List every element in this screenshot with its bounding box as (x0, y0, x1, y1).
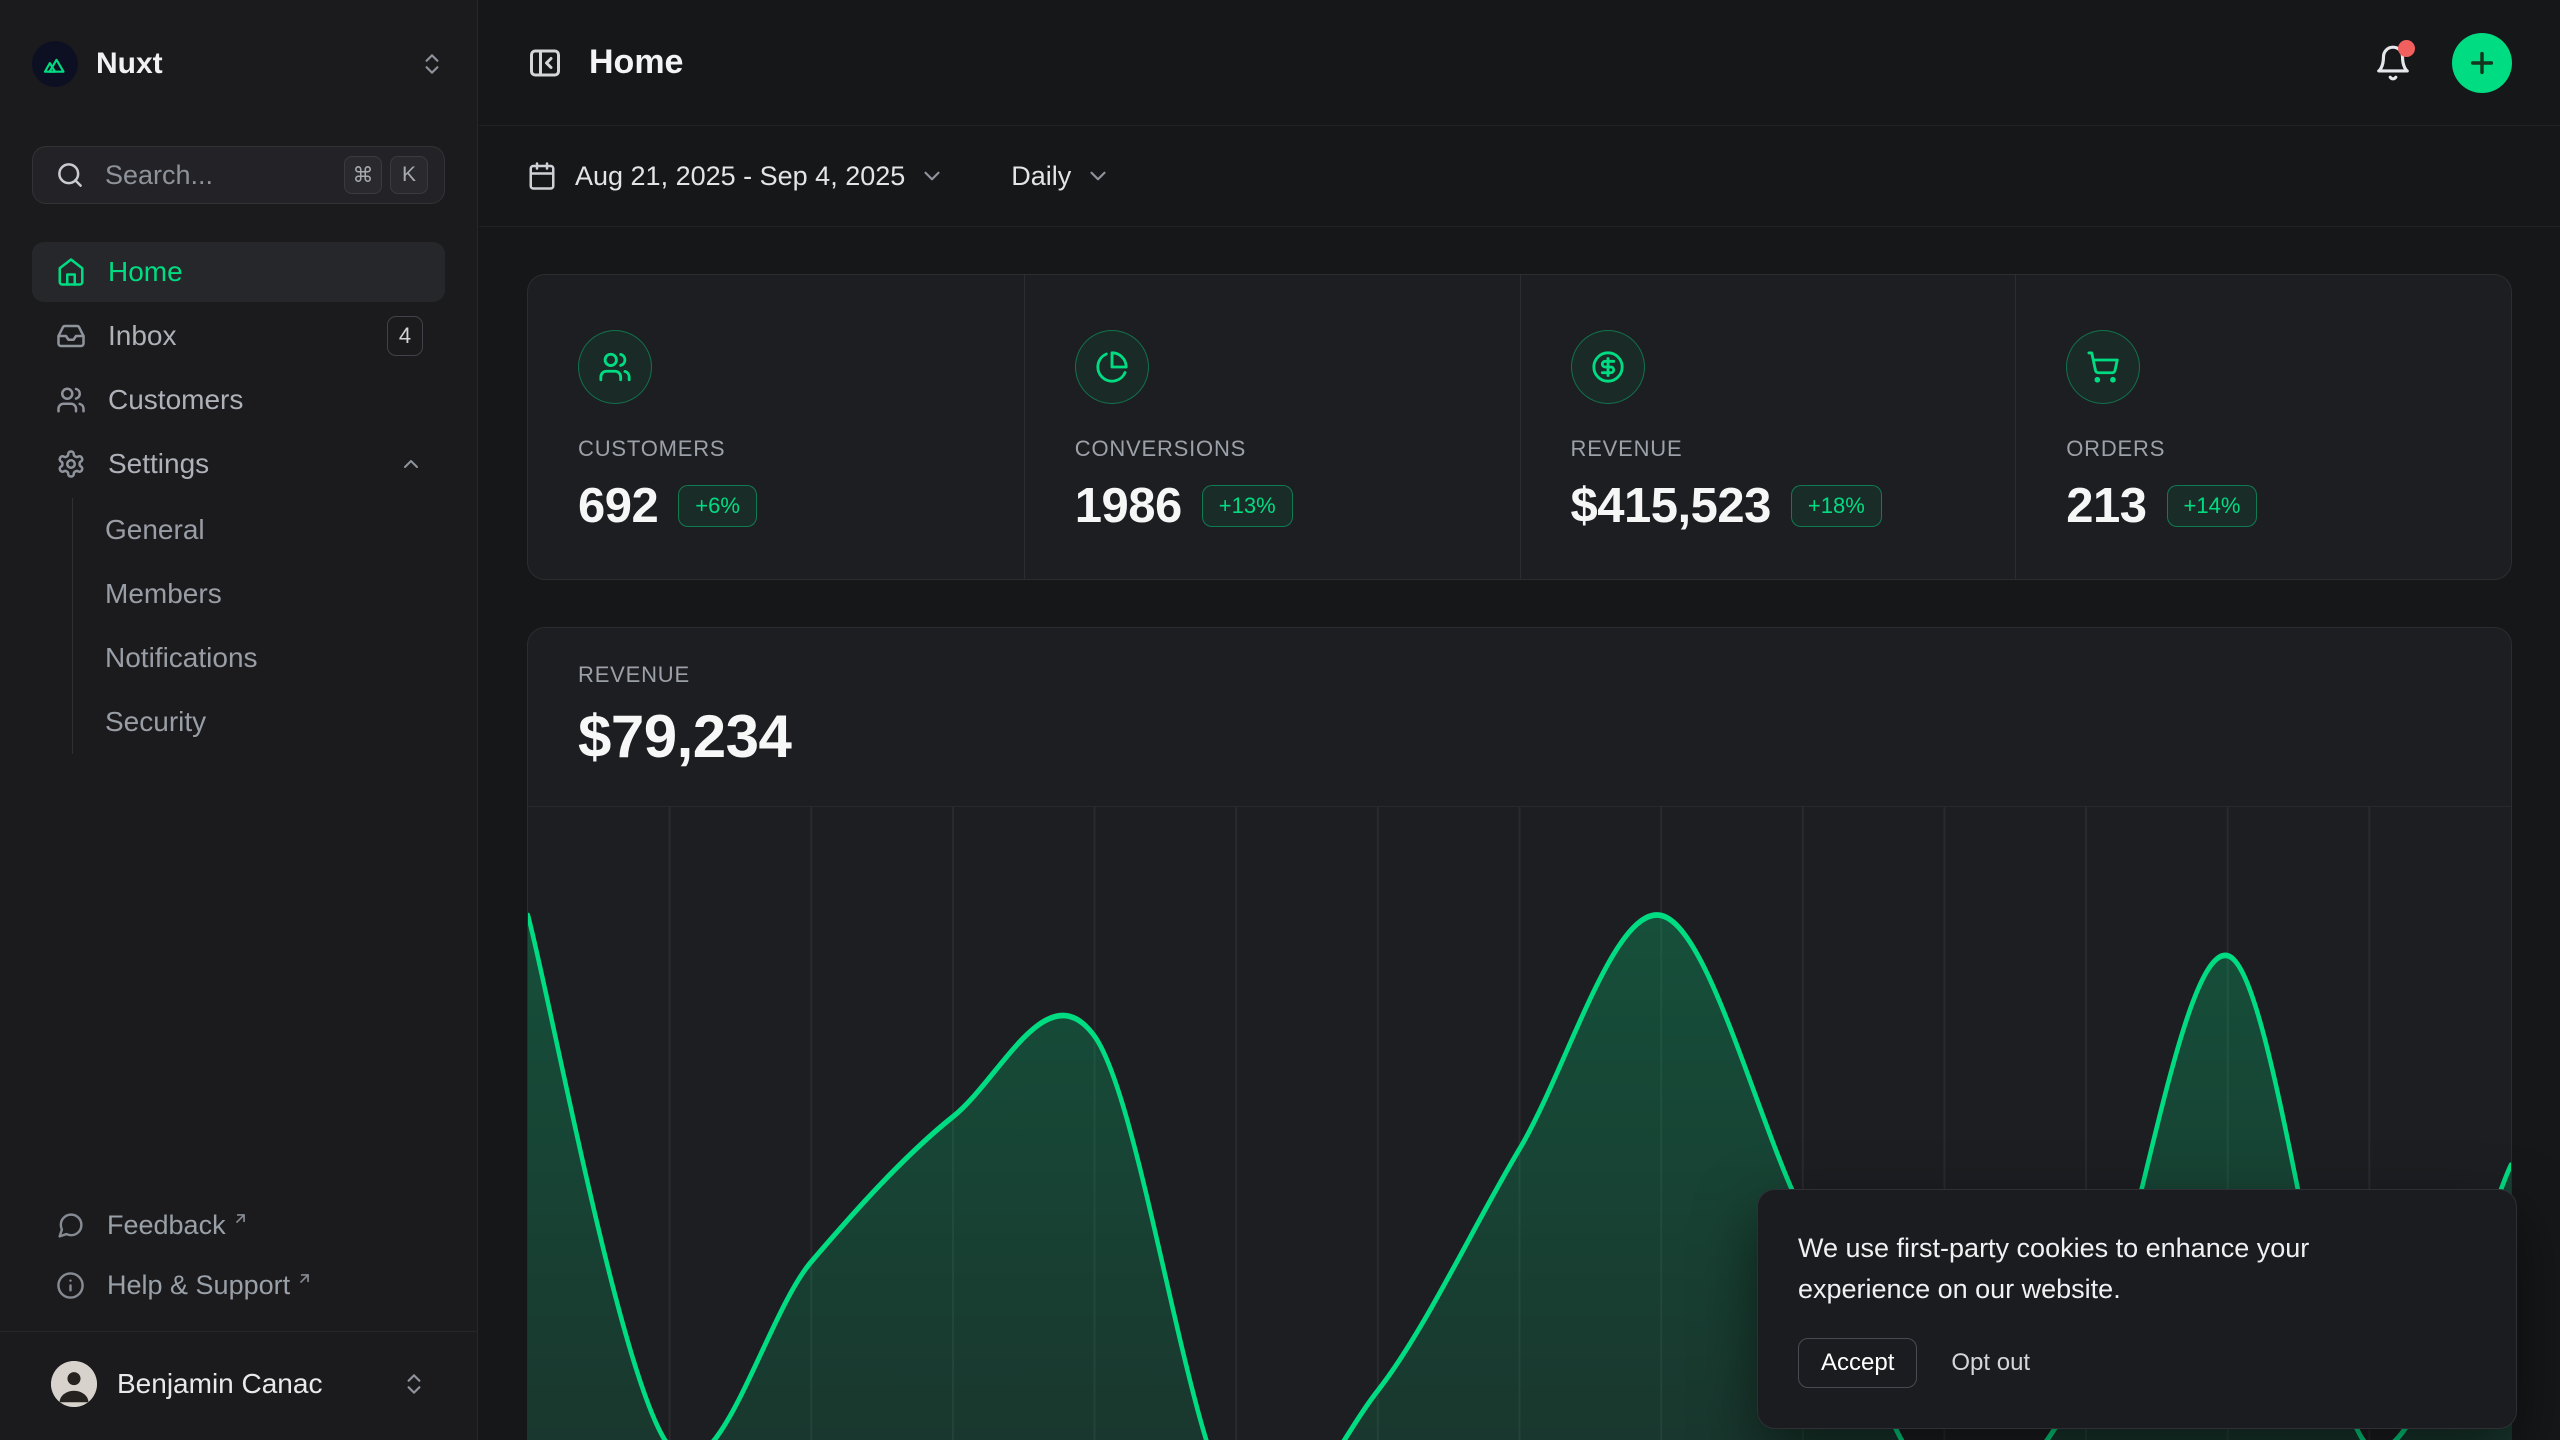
avatar (51, 1361, 97, 1407)
chevron-up-down-icon (401, 1371, 427, 1397)
subnav-item-label: Security (105, 706, 206, 738)
filters-toolbar: Aug 21, 2025 - Sep 4, 2025 Daily (479, 126, 2560, 227)
notification-dot (2398, 40, 2415, 57)
sidebar-footer: Feedback Help & Support (32, 1195, 445, 1440)
subnav-item-label: Members (105, 578, 222, 610)
inbox-icon (56, 321, 86, 351)
date-range-picker[interactable]: Aug 21, 2025 - Sep 4, 2025 (527, 161, 945, 192)
stat-revenue[interactable]: REVENUE $415,523 +18% (1520, 275, 2016, 579)
help-support-label: Help & Support (107, 1270, 290, 1301)
sidebar-item-security[interactable]: Security (105, 690, 445, 754)
chevron-up-down-icon (419, 51, 445, 77)
accept-button[interactable]: Accept (1798, 1338, 1917, 1388)
feedback-label: Feedback (107, 1210, 226, 1241)
stat-label: REVENUE (1571, 436, 2016, 462)
settings-subnav: General Members Notifications Security (72, 498, 445, 754)
sidebar-item-label: Home (108, 256, 423, 288)
sidebar-item-customers[interactable]: Customers (32, 370, 445, 430)
stat-value: 213 (2066, 478, 2146, 534)
sidebar-item-label: Settings (108, 448, 399, 480)
subnav-item-label: Notifications (105, 642, 258, 674)
revenue-label: REVENUE (578, 662, 2461, 688)
sidebar-item-general[interactable]: General (105, 498, 445, 562)
opt-out-button[interactable]: Opt out (1951, 1349, 2030, 1377)
stat-value: 1986 (1075, 478, 1182, 534)
info-circle-icon (56, 1271, 85, 1300)
user-name: Benjamin Canac (117, 1368, 401, 1400)
circle-dollar-icon (1571, 330, 1645, 404)
kbd-cmd: ⌘ (344, 156, 382, 194)
feedback-link[interactable]: Feedback (32, 1195, 445, 1255)
stat-conversions[interactable]: CONVERSIONS 1986 +13% (1024, 275, 1520, 579)
chevron-down-icon (1085, 163, 1111, 189)
inbox-count-badge: 4 (387, 316, 423, 356)
stat-value: $415,523 (1571, 478, 1771, 534)
top-header: Home (479, 0, 2560, 126)
nuxt-logo-icon (32, 41, 78, 87)
external-link-icon (232, 1210, 249, 1227)
sidebar-nav: Home Inbox 4 Customers (32, 242, 445, 754)
sidebar: Nuxt Search... ⌘ K Home (0, 0, 478, 1440)
pie-chart-icon (1075, 330, 1149, 404)
subnav-item-label: General (105, 514, 205, 546)
interval-value: Daily (1011, 161, 1071, 192)
cookie-message: We use first-party cookies to enhance yo… (1798, 1228, 2398, 1310)
sidebar-item-label: Customers (108, 384, 423, 416)
sidebar-item-inbox[interactable]: Inbox 4 (32, 306, 445, 366)
workspace-selector[interactable]: Nuxt (32, 36, 445, 92)
plus-icon (2466, 47, 2498, 79)
chevron-up-icon (399, 452, 423, 476)
calendar-icon (527, 161, 557, 191)
sidebar-item-notifications[interactable]: Notifications (105, 626, 445, 690)
stat-delta-badge: +13% (1202, 485, 1293, 527)
kbd-k: K (390, 156, 428, 194)
search-input[interactable]: Search... ⌘ K (32, 146, 445, 204)
stat-delta-badge: +18% (1791, 485, 1882, 527)
cookie-banner: We use first-party cookies to enhance yo… (1757, 1189, 2517, 1429)
brand-name: Nuxt (96, 47, 419, 81)
users-icon (56, 385, 86, 415)
stat-label: CONVERSIONS (1075, 436, 1520, 462)
add-button[interactable] (2452, 33, 2512, 93)
stat-delta-badge: +6% (678, 485, 757, 527)
user-menu[interactable]: Benjamin Canac (32, 1342, 445, 1426)
shopping-cart-icon (2066, 330, 2140, 404)
sidebar-item-settings[interactable]: Settings (32, 434, 445, 494)
users-icon (578, 330, 652, 404)
search-placeholder: Search... (105, 160, 336, 191)
stat-delta-badge: +14% (2167, 485, 2258, 527)
help-support-link[interactable]: Help & Support (32, 1255, 445, 1315)
sidebar-item-home[interactable]: Home (32, 242, 445, 302)
home-icon (56, 257, 86, 287)
search-icon (55, 160, 85, 190)
chevron-down-icon (919, 163, 945, 189)
revenue-value: $79,234 (578, 702, 2461, 771)
gear-icon (56, 449, 86, 479)
stat-label: CUSTOMERS (578, 436, 1024, 462)
sidebar-item-members[interactable]: Members (105, 562, 445, 626)
stat-customers[interactable]: CUSTOMERS 692 +6% (528, 275, 1024, 579)
stat-orders[interactable]: ORDERS 213 +14% (2015, 275, 2511, 579)
divider (0, 1331, 477, 1332)
date-range-value: Aug 21, 2025 - Sep 4, 2025 (575, 161, 905, 192)
collapse-sidebar-icon[interactable] (527, 45, 563, 81)
page-title: Home (589, 43, 683, 82)
stats-row: CUSTOMERS 692 +6% CONVERSIONS 1986 +13% (527, 274, 2512, 580)
sidebar-item-label: Inbox (108, 320, 387, 352)
stat-label: ORDERS (2066, 436, 2511, 462)
notifications-button[interactable] (2374, 44, 2412, 82)
interval-select[interactable]: Daily (1011, 161, 1111, 192)
message-bubble-icon (56, 1211, 85, 1240)
stat-value: 692 (578, 478, 658, 534)
external-link-icon (296, 1270, 313, 1287)
